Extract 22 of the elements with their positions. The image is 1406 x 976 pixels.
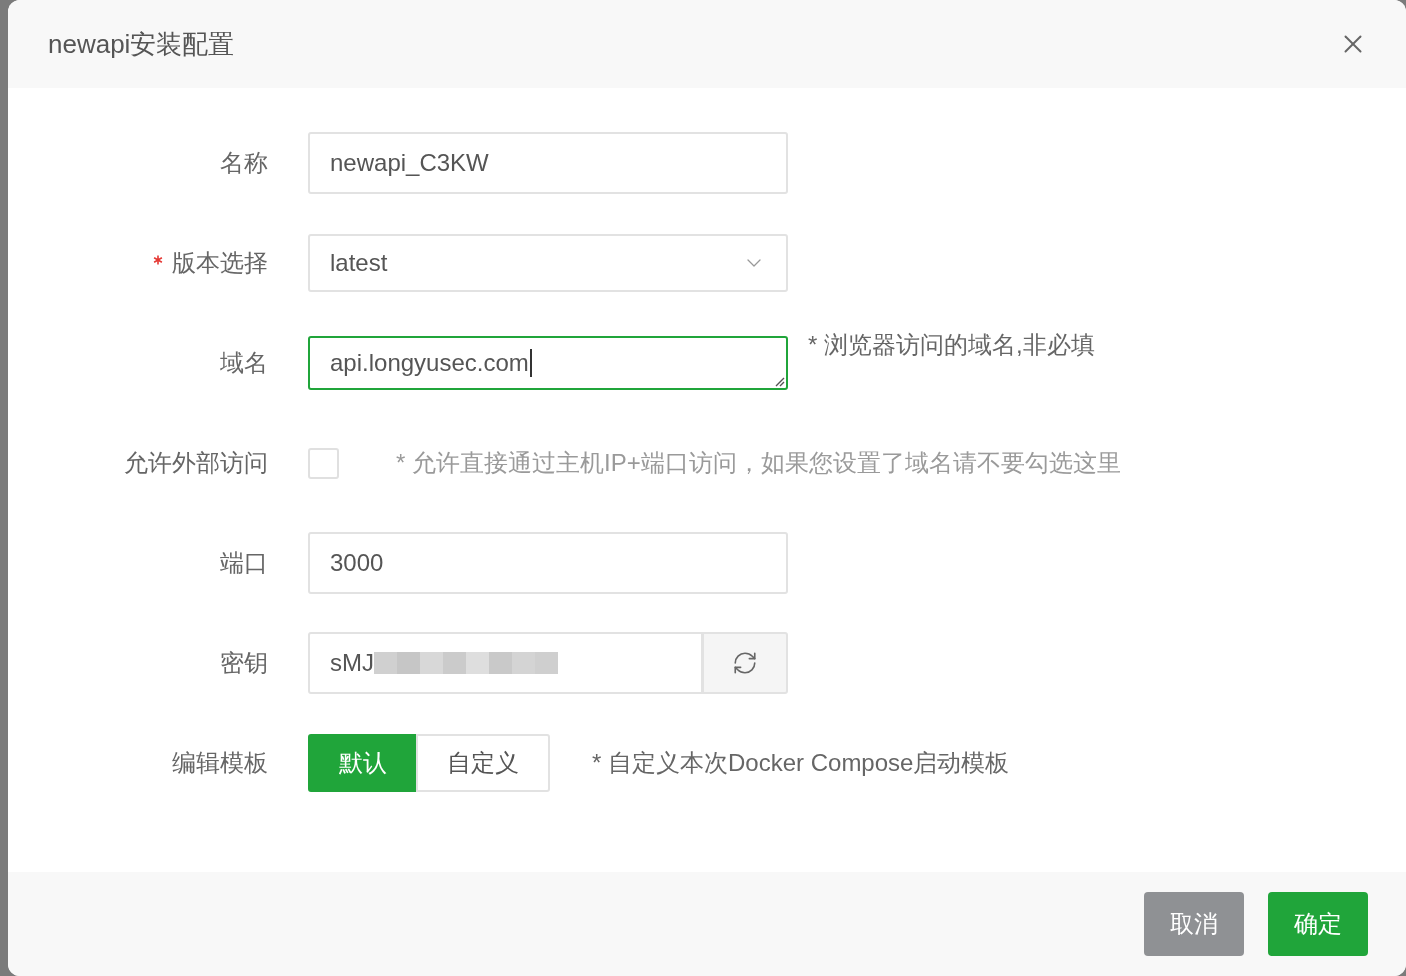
field-label: 编辑模板 [172,748,268,778]
text-input[interactable]: 3000 [308,532,788,594]
checkbox[interactable] [308,447,339,479]
field-hint: * 浏览器访问的域名,非必填 [808,331,1095,359]
field-hint: * 允许直接通过主机IP+端口访问，如果您设置了域名请不要勾选这里 [396,449,1121,477]
text-cursor-icon [529,349,532,377]
field-label: 允许外部访问 [124,448,268,478]
version-select[interactable]: latest [308,234,788,292]
text-input[interactable]: newapi_C3KW [308,132,788,194]
refresh-icon [732,650,758,676]
field-label: 端口 [220,548,268,578]
dialog-title: newapi安装配置 [48,27,235,61]
text-area[interactable]: api.longyusec.com [308,336,788,390]
key-input[interactable]: sMJ [308,632,703,694]
resize-grip-icon[interactable] [773,375,785,387]
field-label: 版本选择 [172,248,268,278]
select-value: latest [330,249,388,277]
field-label: 域名 [220,348,268,378]
field-hint: * 自定义本次Docker Compose启动模板 [592,749,1010,777]
field-label: 名称 [220,148,268,178]
toggle-option[interactable]: 自定义 [416,734,550,792]
field-label: 密钥 [220,648,268,678]
